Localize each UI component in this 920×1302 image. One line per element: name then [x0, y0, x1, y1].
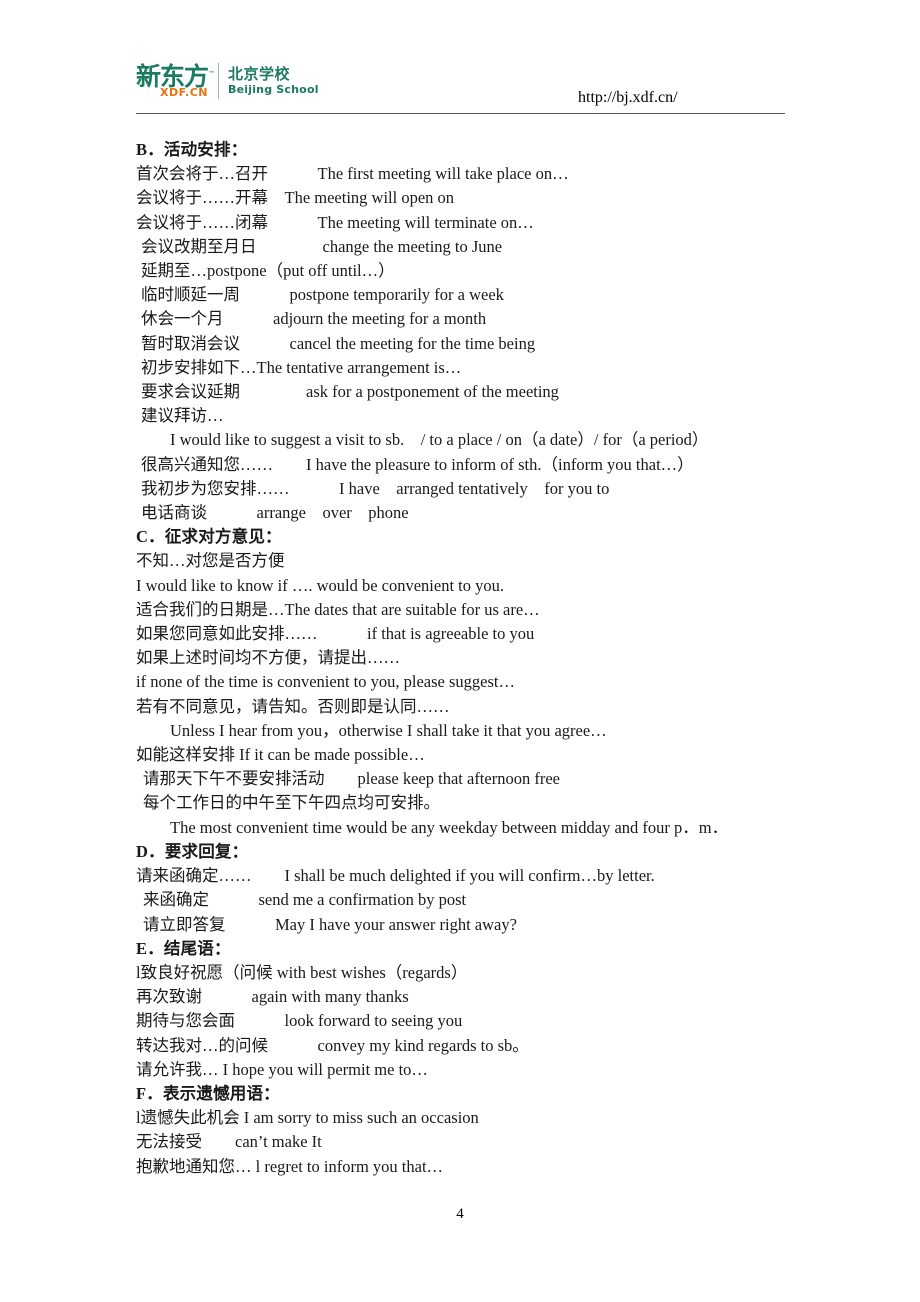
document-line: Unless I hear from you，otherwise I shall… — [170, 720, 607, 740]
document-line: l致良好祝愿（问候 with best wishes（regards） — [136, 962, 468, 982]
document-line: 很高兴通知您…… I have the pleasure to inform o… — [141, 454, 694, 474]
document-line: The most convenient time would be any we… — [170, 817, 729, 837]
section-heading: D．要求回复： — [136, 841, 249, 861]
document-line: 会议改期至月日 change the meeting to June — [141, 236, 503, 256]
document-line: 不知…对您是否方便 — [136, 551, 285, 571]
document-line: if none of the time is convenient to you… — [136, 672, 515, 692]
section-heading: C．征求对方意见： — [136, 527, 282, 547]
document-line: 休会一个月 adjourn the meeting for a month — [141, 309, 487, 329]
trademark-icon: ™ — [208, 69, 215, 78]
document-line: 首次会将于…召开 The first meeting will take pla… — [136, 164, 569, 184]
document-line: 延期至…postpone（put off until…） — [141, 261, 395, 281]
document-line: 初步安排如下…The tentative arrangement is… — [141, 357, 462, 377]
section-heading: E．结尾语： — [136, 938, 231, 958]
header-divider — [136, 113, 785, 114]
page-number: 4 — [456, 1206, 464, 1222]
document-line: 请允许我… I hope you will permit me to… — [136, 1059, 428, 1079]
document-line: 转达我对…的问候 convey my kind regards to sb。 — [136, 1035, 529, 1055]
document-line: 适合我们的日期是…The dates that are suitable for… — [136, 599, 540, 619]
document-line: I would like to suggest a visit to sb. /… — [170, 430, 709, 450]
logo-school-block: 北京学校 Beijing School — [228, 65, 319, 97]
document-line: I would like to know if …. would be conv… — [136, 575, 504, 595]
document-line: 暂时取消会议 cancel the meeting for the time b… — [141, 333, 536, 353]
document-line: 如能这样安排 If it can be made possible… — [136, 745, 425, 765]
document-line: 请来函确定…… I shall be much delighted if you… — [136, 866, 655, 886]
section-heading: F．表示遗憾用语： — [136, 1083, 280, 1103]
document-line: 若有不同意见，请告知。否则即是认同…… — [136, 696, 450, 716]
logo-brand-cn: 新东方 ™ — [136, 61, 215, 91]
document-line: 抱歉地通知您… l regret to inform you that… — [136, 1156, 444, 1176]
document-line: 再次致谢 again with many thanks — [136, 987, 409, 1007]
document-line: 我初步为您安排…… I have arranged tentatively fo… — [141, 478, 610, 498]
document-line: 临时顺延一周 postpone temporarily for a week — [141, 285, 504, 305]
document-line: 每个工作日的中午至下午四点均可安排。 — [143, 793, 440, 813]
document-line: 会议将于……闭幕 The meeting will terminate on… — [136, 212, 534, 232]
logo-divider — [218, 63, 220, 99]
logo: 新东方 ™ XDF.CN 北京学校 Beijing School — [136, 56, 319, 106]
document-line: 会议将于……开幕 The meeting will open on — [136, 188, 455, 208]
document-line: 如果上述时间均不方便，请提出…… — [136, 648, 400, 668]
header-url: http://bj.xdf.cn/ — [578, 89, 678, 106]
document-line: 电话商谈 arrange over phone — [141, 503, 409, 523]
section-heading: B．活动安排： — [136, 140, 248, 159]
document-line: 如果您同意如此安排…… if that is agreeable to you — [136, 624, 535, 644]
page-header: 新东方 ™ XDF.CN 北京学校 Beijing School http://… — [136, 56, 786, 112]
document-line: l遗憾失此机会 I am sorry to miss such an occas… — [136, 1108, 479, 1128]
document-body: B．活动安排： 首次会将于…召开 The first meeting will t… — [0, 138, 920, 1179]
logo-school-en: Beijing School — [228, 83, 319, 96]
logo-brand-block: 新东方 ™ XDF.CN — [136, 61, 216, 99]
document-line: 建议拜访… — [141, 406, 224, 426]
document-line: 请立即答复 May I have your answer right away? — [143, 914, 517, 934]
logo-brand-text: 新东方 — [136, 61, 209, 91]
logo-school-cn: 北京学校 — [228, 65, 291, 83]
document-line: 要求会议延期 ask for a postponement of the mee… — [141, 382, 559, 402]
document-line: 无法接受 can’t make It — [136, 1132, 322, 1152]
document-line: 期待与您会面 look forward to seeing you — [136, 1011, 463, 1031]
document-line: 来函确定 send me a confirmation by post — [143, 890, 467, 910]
document-line: 请那天下午不要安排活动 please keep that afternoon f… — [143, 769, 560, 789]
